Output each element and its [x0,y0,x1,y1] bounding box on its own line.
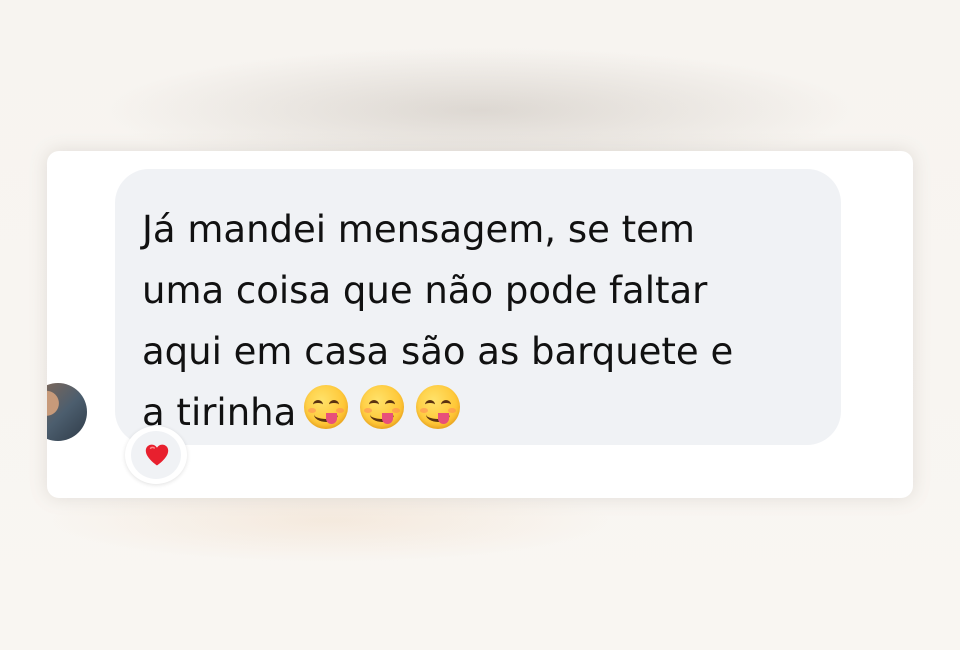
yum-face-icon [304,385,349,429]
chat-screenshot-card: Já mandei mensagem, se tem uma coisa que… [47,151,913,498]
message-text: Já mandei mensagem, se tem uma coisa que… [142,199,733,447]
reaction-badge[interactable] [125,426,187,484]
yum-face-icon [360,385,405,429]
red-heart-icon [145,444,169,466]
yum-face-icon [416,385,461,429]
emoji-row [304,385,472,447]
sender-avatar[interactable] [47,383,87,441]
message-bubble[interactable]: Já mandei mensagem, se tem uma coisa que… [115,169,841,445]
